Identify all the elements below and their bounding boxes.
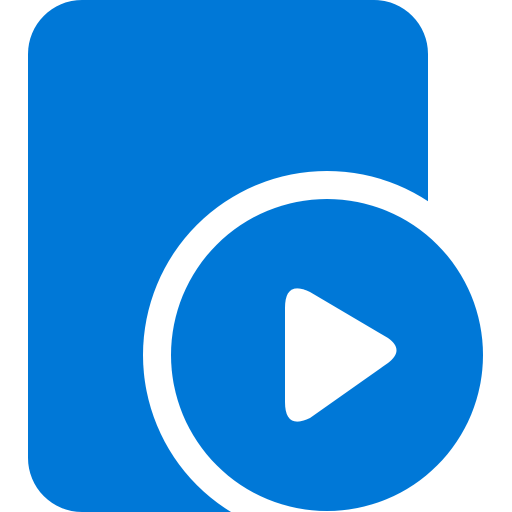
icon-canvas [0,0,512,512]
play-circle-icon [171,199,483,511]
video-file-icon [28,0,483,512]
